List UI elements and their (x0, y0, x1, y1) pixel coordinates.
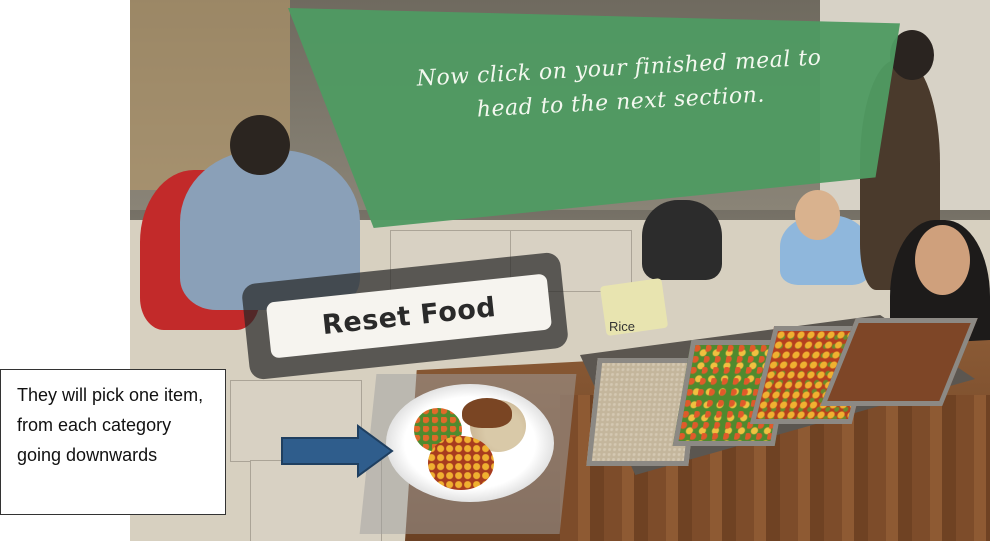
rice-sign-label: Rice (609, 319, 636, 334)
diner-center-head (230, 115, 290, 175)
plate-scoop-meat (428, 436, 494, 490)
reset-food-label: Reset Food (320, 291, 498, 341)
diner-boy-head (795, 190, 840, 240)
annotation-text: They will pick one item, from each categ… (17, 385, 204, 465)
arrow-right-icon (281, 424, 394, 478)
diner-right-head (915, 225, 970, 295)
plate-scoop-sauce (462, 398, 512, 428)
diner-girl (642, 200, 722, 280)
